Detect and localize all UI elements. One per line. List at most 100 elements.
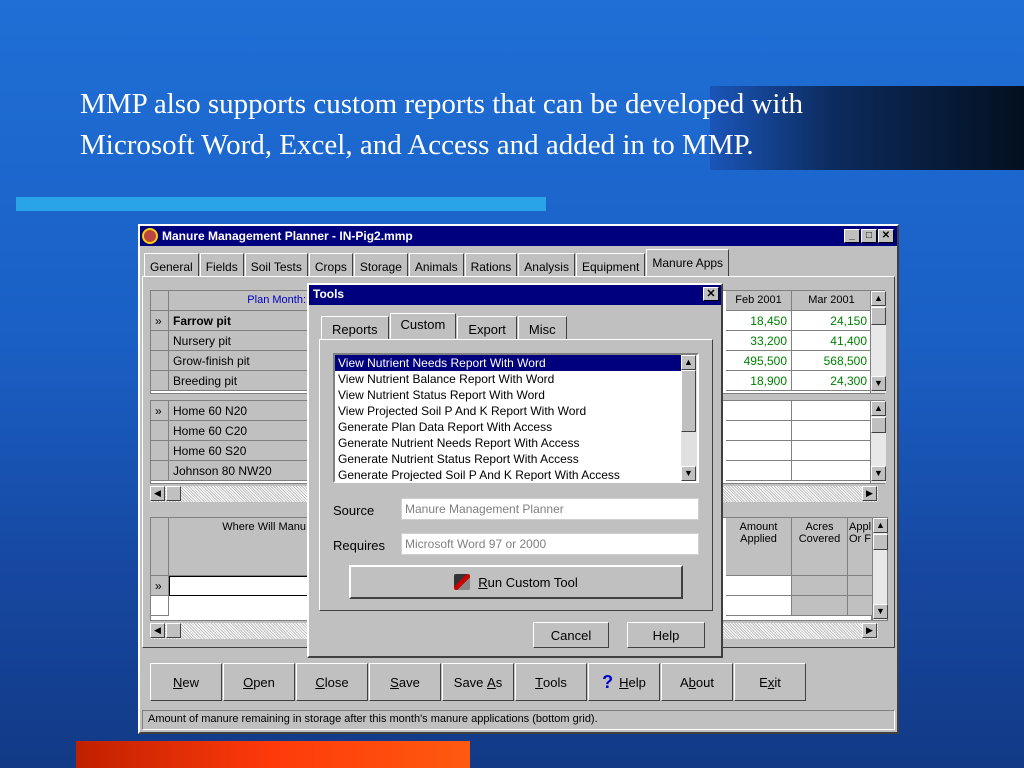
scroll-up-icon[interactable]: ▲ [681, 355, 696, 370]
tab-soil-tests[interactable]: Soil Tests [244, 253, 308, 277]
storage-feb-value[interactable]: 495,500 [726, 351, 792, 371]
scroll-down-icon[interactable]: ▼ [873, 604, 888, 619]
scroll-thumb[interactable] [871, 417, 886, 433]
grid-corner [151, 291, 169, 311]
tab-storage[interactable]: Storage [353, 253, 408, 277]
where-input-cell[interactable] [169, 576, 311, 596]
custom-tools-list[interactable]: View Nutrient Needs Report With Word Vie… [333, 353, 699, 483]
tab-analysis[interactable]: Analysis [518, 253, 575, 277]
scroll-down-icon[interactable]: ▼ [681, 466, 696, 481]
amount-cell[interactable] [726, 596, 792, 616]
tab-custom[interactable]: Custom [389, 313, 457, 339]
dialog-help-button[interactable]: Help [627, 622, 705, 648]
scroll-thumb[interactable] [871, 307, 886, 325]
field-cell[interactable] [792, 401, 872, 421]
acres-cell [792, 596, 848, 616]
field-cell[interactable] [792, 441, 872, 461]
scroll-left-icon[interactable]: ◀ [150, 623, 165, 638]
scroll-left-icon[interactable]: ◀ [150, 486, 165, 501]
list-item[interactable]: Generate Nutrient Needs Report With Acce… [335, 435, 681, 451]
tab-reports[interactable]: Reports [321, 316, 389, 340]
scroll-down-icon[interactable]: ▼ [871, 466, 886, 481]
save-button[interactable]: Save [369, 663, 441, 701]
field-cell[interactable] [792, 461, 872, 481]
field-cell[interactable] [726, 441, 792, 461]
save-as-button[interactable]: Save As [442, 663, 514, 701]
list-item[interactable]: Generate Nutrient Status Report With Acc… [335, 451, 681, 467]
tab-export[interactable]: Export [457, 316, 517, 340]
tab-animals[interactable]: Animals [408, 253, 464, 277]
close-button[interactable]: Close [296, 663, 368, 701]
maximize-button[interactable]: □ [861, 229, 877, 243]
field-cell[interactable] [726, 401, 792, 421]
dialog-tabs: Reports Custom Export Misc [321, 313, 568, 340]
field-row-name[interactable]: Home 60 C20 [169, 421, 311, 441]
scroll-thumb[interactable] [681, 370, 696, 432]
applications-grid-scrollbar[interactable]: ▲ ▼ [872, 517, 888, 621]
tab-rations[interactable]: Rations [464, 253, 518, 277]
app-icon [142, 228, 158, 244]
storage-grid-scrollbar[interactable]: ▲ ▼ [870, 291, 886, 393]
exit-button[interactable]: Ex it [734, 663, 806, 701]
open-button[interactable]: Open [223, 663, 295, 701]
list-item[interactable]: View Nutrient Needs Report With Word [335, 355, 681, 371]
list-item[interactable]: View Projected Soil P And K Report With … [335, 403, 681, 419]
bottom-toolbar: New Open Close Save Save As Tools ? Help … [150, 663, 807, 701]
accent-bar [16, 197, 546, 211]
tab-fields[interactable]: Fields [199, 253, 244, 277]
scroll-right-icon[interactable]: ▶ [862, 623, 877, 638]
storage-row-name[interactable]: Grow-finish pit [169, 351, 311, 371]
storage-feb-value[interactable]: 18,450 [726, 311, 792, 331]
field-cell[interactable] [792, 421, 872, 441]
minimize-button[interactable]: _ [844, 229, 860, 243]
storage-mar-value[interactable]: 24,300 [792, 371, 872, 391]
storage-mar-value[interactable]: 568,500 [792, 351, 872, 371]
month-header-feb: Feb 2001 [726, 291, 792, 311]
hscroll-thumb[interactable] [166, 623, 181, 638]
storage-row-name[interactable]: Nursery pit [169, 331, 311, 351]
field-cell[interactable] [726, 421, 792, 441]
storage-feb-value[interactable]: 18,900 [726, 371, 792, 391]
close-window-button[interactable]: ✕ [878, 229, 894, 243]
field-grid-scrollbar[interactable]: ▲ ▼ [870, 401, 886, 483]
tab-crops[interactable]: Crops [308, 253, 353, 277]
storage-feb-value[interactable]: 33,200 [726, 331, 792, 351]
row-header [151, 371, 169, 391]
scroll-up-icon[interactable]: ▲ [871, 291, 886, 306]
scroll-up-icon[interactable]: ▲ [871, 401, 886, 416]
run-custom-tool-button[interactable]: Run Custom Tool [349, 565, 683, 599]
amount-cell[interactable] [726, 576, 792, 596]
source-field: Manure Management Planner [401, 498, 699, 520]
tab-general[interactable]: General [144, 253, 199, 277]
tab-misc[interactable]: Misc [517, 316, 567, 340]
field-cell[interactable] [726, 461, 792, 481]
row-marker: » [151, 401, 169, 421]
list-item[interactable]: View Nutrient Status Report With Word [335, 387, 681, 403]
field-row-name[interactable]: Home 60 N20 [169, 401, 311, 421]
field-row-name[interactable]: Johnson 80 NW20 [169, 461, 311, 481]
tab-manure-apps[interactable]: Manure Apps [646, 249, 730, 277]
tools-button[interactable]: Tools [515, 663, 587, 701]
storage-row-name[interactable]: Breeding pit [169, 371, 311, 391]
scroll-thumb[interactable] [873, 534, 888, 550]
storage-mar-value[interactable]: 41,400 [792, 331, 872, 351]
storage-mar-value[interactable]: 24,150 [792, 311, 872, 331]
new-button[interactable]: New [150, 663, 222, 701]
list-item[interactable]: View Nutrient Balance Report With Word [335, 371, 681, 387]
scroll-up-icon[interactable]: ▲ [873, 518, 888, 533]
about-button[interactable]: Ab out [661, 663, 733, 701]
list-item[interactable]: Generate Plan Data Report With Access [335, 419, 681, 435]
list-item[interactable]: Generate Projected Soil P And K Report W… [335, 467, 681, 481]
list-scrollbar[interactable]: ▲ ▼ [681, 355, 697, 481]
help-button[interactable]: ? Help [588, 663, 660, 701]
dialog-close-icon[interactable]: ✕ [703, 287, 719, 301]
cancel-button[interactable]: Cancel [533, 622, 609, 648]
scroll-right-icon[interactable]: ▶ [862, 486, 877, 501]
hscroll-thumb[interactable] [166, 486, 181, 501]
scroll-down-icon[interactable]: ▼ [871, 376, 886, 391]
appl-cell [848, 596, 873, 616]
where-column-header: Where Will Manu [169, 518, 311, 576]
field-row-name[interactable]: Home 60 S20 [169, 441, 311, 461]
storage-row-name[interactable]: Farrow pit [169, 311, 311, 331]
tab-equipment[interactable]: Equipment [575, 253, 646, 277]
